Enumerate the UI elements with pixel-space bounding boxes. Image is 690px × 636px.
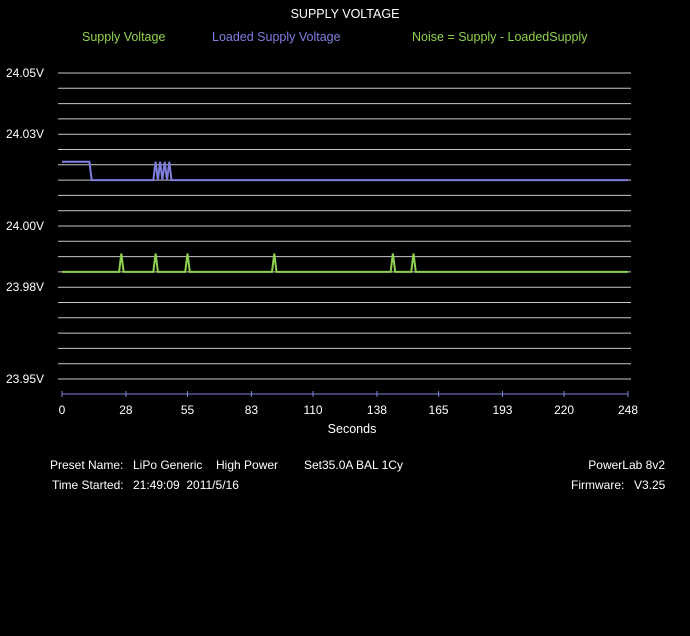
y-tick-label: 24.03V [6,127,44,141]
power-mode: High Power [216,458,279,472]
x-axis-label: Seconds [328,422,377,436]
x-tick-label: 83 [245,403,259,417]
y-tick-label: 23.95V [6,372,44,386]
y-tick-label: 24.05V [6,66,44,80]
preset-name-value: LiPo Generic [133,458,203,472]
firmware-value: V3.25 [634,478,666,492]
preset-name-label: Preset Name: [50,458,124,472]
set-info: Set35.0A BAL 1Cy [304,458,403,472]
y-tick-label: 24.00V [6,219,44,233]
x-tick-label: 110 [303,403,322,417]
time-started-value: 21:49:09 2011/5/16 [133,478,239,492]
y-tick-label: 23.98V [6,280,44,294]
x-tick-label: 55 [181,403,195,417]
supply-voltage-chart: 24.05V 24.03V 24.00V 23.98V 23.95V 0 28 55 83 110… [6,66,638,436]
device-name: PowerLab 8v2 [588,458,665,472]
firmware-label: Firmware: [571,478,625,492]
x-tick-label: 138 [367,403,387,417]
x-tick-label: 165 [429,403,449,417]
x-tick-label: 248 [618,403,638,417]
x-tick-label: 220 [554,403,574,417]
x-tick-label: 193 [492,403,512,417]
x-tick-label: 28 [119,403,133,417]
time-started-label: Time Started: [52,478,124,492]
x-tick-label: 0 [59,403,66,417]
